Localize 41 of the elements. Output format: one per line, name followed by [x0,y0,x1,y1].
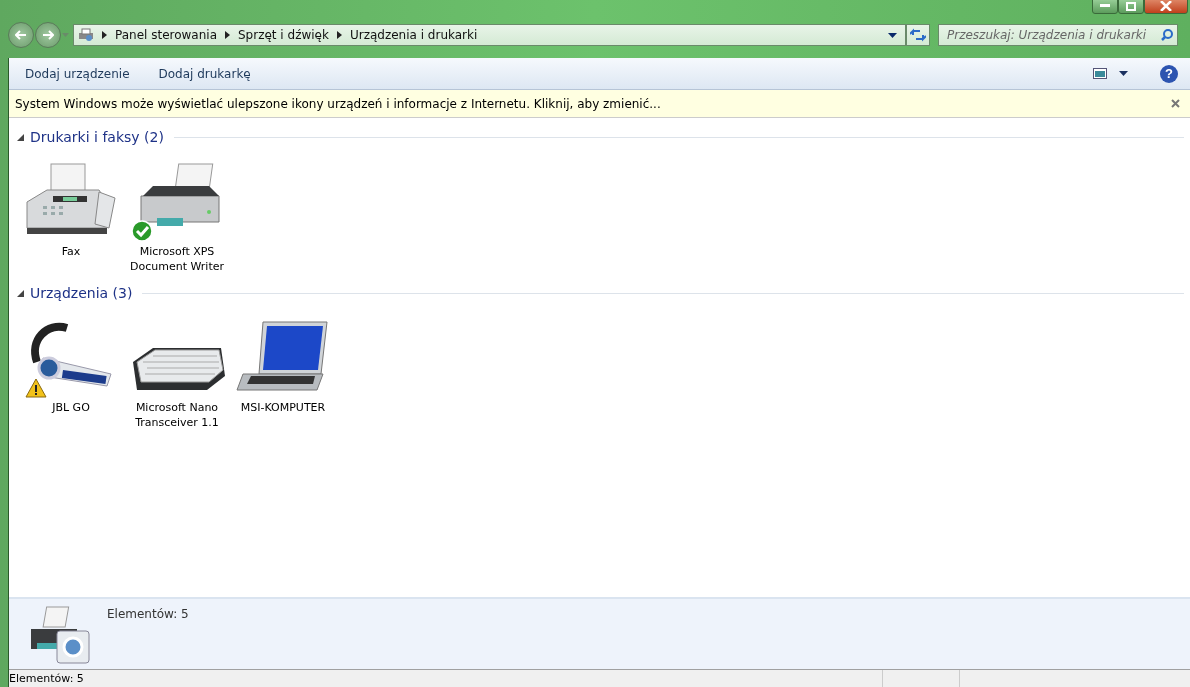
device-label[interactable]: Microsoft Nano Transceiver 1.1 [129,400,225,430]
forward-arrow-icon [42,30,54,40]
device-label[interactable]: Microsoft XPS Document Writer [129,244,225,274]
close-icon[interactable] [1171,99,1180,108]
maximize-icon [1126,1,1136,11]
group-header[interactable]: Drukarki i faksy (2) [30,129,164,145]
help-button[interactable]: ? [1160,64,1178,83]
close-button[interactable] [1144,0,1188,14]
breadcrumb[interactable]: Sprzęt i dźwięk [238,28,329,42]
chevron-icon[interactable] [336,31,342,39]
info-bar-text[interactable]: System Windows może wyświetlać ulepszone ikony urządzeń i informacje z Internetu. Kliknij, aby zmienić... [15,96,661,111]
dropdown-arrow-icon[interactable] [888,32,897,38]
status-text: Elementów: 5 [9,672,84,685]
breadcrumb[interactable]: Panel sterowania [115,28,217,42]
device-label[interactable]: Fax [23,244,119,259]
collapse-triangle-icon[interactable] [17,133,24,141]
chevron-icon[interactable] [102,31,107,39]
forward-button[interactable] [35,22,61,48]
search-field[interactable]: Przeszukaj: Urządzenia i drukarki [938,24,1178,46]
toolbar-button[interactable]: Dodaj drukarkę [150,62,259,85]
maximize-button[interactable] [1118,0,1144,14]
back-button[interactable] [8,22,34,48]
dropdown-arrow-icon[interactable] [1119,71,1128,76]
toolbar-button[interactable]: Dodaj urządzenie [17,62,138,85]
close-icon [1160,1,1172,11]
breadcrumb[interactable]: Urządzenia i drukarki [349,28,478,42]
group-header[interactable]: Urządzenia (3) [30,285,133,301]
picture-icon[interactable] [1093,68,1107,79]
printer-icon [78,28,94,42]
device-label[interactable]: MSI-KOMPUTER [235,400,331,415]
collapse-triangle-icon[interactable] [17,289,24,297]
device-label[interactable]: JBL GO [23,400,119,415]
item-count: Elementów: 5 [107,607,189,621]
back-arrow-icon [15,30,27,40]
minimize-icon [1100,4,1110,8]
chevron-icon[interactable] [225,31,230,39]
search-icon [1161,29,1173,41]
refresh-button[interactable] [906,24,930,46]
info-bar[interactable]: System Windows może wyświetlać ulepszone ikony urządzeń i informacje z Internetu. Kliknij, aby zmienić... [9,90,1190,118]
minimize-button[interactable] [1092,0,1118,14]
address-bar[interactable]: Panel sterowania Sprzęt i dźwięk Urządzenia i drukarki [73,24,906,46]
